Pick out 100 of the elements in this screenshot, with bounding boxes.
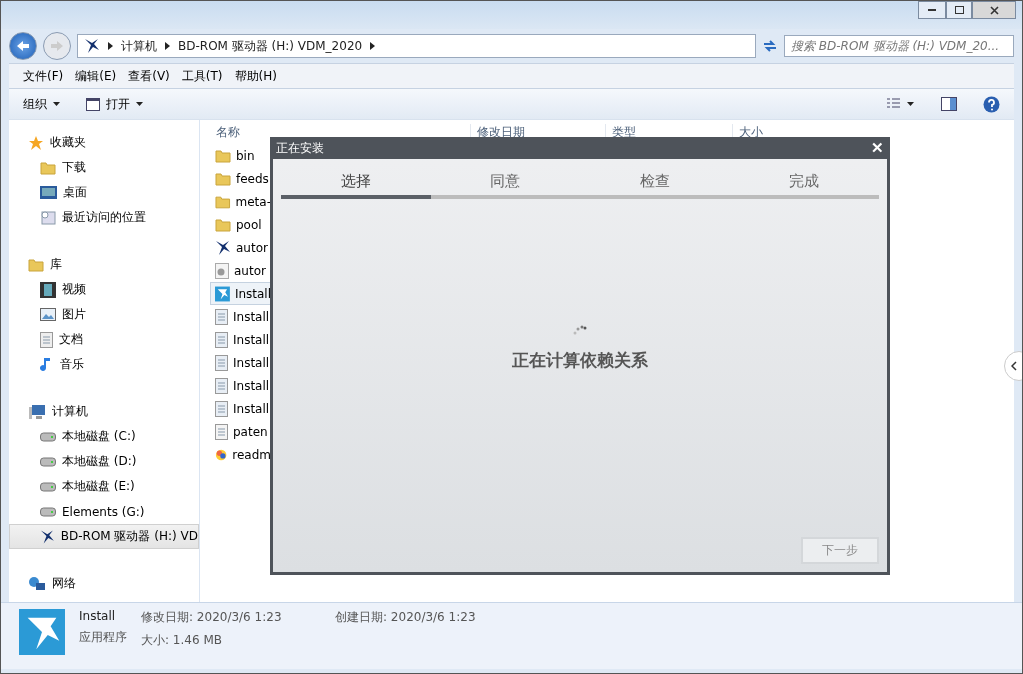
file-row[interactable]: feeds (210, 167, 272, 190)
file-row[interactable]: Install (210, 282, 272, 305)
dialog-title: 正在安装 (276, 139, 324, 157)
drive-icon (40, 506, 56, 517)
search-field[interactable]: 搜索 BD-ROM 驱动器 (H:) VDM_20... (784, 35, 1014, 57)
nav-item[interactable]: Elements (G:) (9, 499, 199, 524)
column-header[interactable]: 名称 (210, 123, 470, 141)
nav-item[interactable]: BD-ROM 驱动器 (H:) VD (9, 524, 199, 549)
minimize-icon (928, 8, 936, 12)
window-icon (86, 97, 100, 111)
organize-button[interactable]: 组织 (23, 95, 60, 113)
color-wheel-icon (215, 447, 228, 462)
maximize-button[interactable] (946, 1, 972, 19)
nav-item[interactable]: 音乐 (9, 352, 199, 377)
document-icon (215, 308, 228, 325)
image-icon (40, 308, 56, 321)
app-icon (215, 285, 230, 302)
minimize-button[interactable] (918, 1, 946, 19)
file-row[interactable]: autor (210, 259, 272, 282)
logo-icon (40, 528, 55, 545)
logo-icon (215, 239, 231, 256)
menu-item[interactable]: 文件(F) (19, 65, 68, 87)
file-row[interactable]: Install (210, 374, 272, 397)
spinner-icon (573, 324, 587, 335)
folder-icon (215, 217, 231, 232)
modified-date: 修改日期: 2020/3/6 1:23 (141, 609, 283, 626)
chevron-icon (108, 42, 113, 50)
breadcrumb[interactable]: BD-ROM 驱动器 (H:) VDM_2020 (178, 37, 363, 55)
file-row[interactable]: Install (210, 351, 272, 374)
nav-item[interactable]: 文档 (9, 327, 199, 352)
document-icon (215, 423, 228, 440)
breadcrumb[interactable]: 计算机 (121, 37, 157, 55)
right-arrow-icon (51, 41, 63, 51)
document-icon (40, 331, 53, 348)
folder-icon (215, 148, 231, 163)
view-options-icon[interactable] (887, 98, 915, 110)
drive-icon (40, 481, 56, 492)
file-size: 大小: 1.46 MB (141, 632, 223, 649)
left-arrow-icon (17, 41, 29, 51)
app-icon (19, 609, 65, 655)
nav-item[interactable]: 最近访问的位置 (9, 205, 199, 230)
close-icon (989, 5, 999, 15)
menu-item[interactable]: 帮助(H) (230, 65, 281, 87)
computer-icon (28, 403, 46, 420)
nav-item[interactable]: 本地磁盘 (C:) (9, 424, 199, 449)
help-icon[interactable] (983, 95, 1000, 113)
nav-item[interactable]: 视频 (9, 277, 199, 302)
document-icon (215, 331, 228, 348)
chevron-left-icon (1011, 360, 1017, 371)
refresh-icon[interactable] (762, 38, 778, 54)
folder-icon (215, 171, 231, 186)
menu-item[interactable]: 查看(V) (124, 65, 174, 87)
file-row[interactable]: Install (210, 305, 272, 328)
film-icon (40, 281, 56, 298)
open-button[interactable]: 打开 (86, 95, 143, 113)
folder-icon (40, 160, 56, 175)
star-icon (28, 134, 44, 151)
nav-group[interactable]: 库 (9, 252, 199, 277)
file-row[interactable]: paten (210, 420, 272, 443)
nav-item[interactable]: 本地磁盘 (D:) (9, 449, 199, 474)
monitor-icon (40, 186, 57, 199)
file-row[interactable]: readm (210, 443, 272, 466)
recent-places-icon (40, 209, 56, 226)
nav-group[interactable]: 收藏夹 (9, 130, 199, 155)
file-row[interactable]: bin (210, 144, 272, 167)
file-name: Install (79, 609, 117, 623)
file-row[interactable]: Install (210, 397, 272, 420)
preview-pane-icon[interactable] (941, 97, 957, 111)
folder-icon (28, 257, 44, 272)
nav-item[interactable]: 本地磁盘 (E:) (9, 474, 199, 499)
folder-icon (215, 194, 231, 209)
maximize-icon (954, 6, 964, 14)
nav-group[interactable]: 网络 (9, 571, 199, 596)
chevron-icon (165, 42, 170, 50)
drive-icon (40, 456, 56, 467)
file-row[interactable]: meta- (210, 190, 272, 213)
status-message: 正在计算依赖关系 (512, 348, 648, 372)
document-icon (215, 377, 228, 394)
caret-icon (136, 102, 143, 106)
nav-item[interactable]: 图片 (9, 302, 199, 327)
nav-item[interactable]: 桌面 (9, 180, 199, 205)
chevron-icon (370, 42, 376, 50)
file-row[interactable]: pool (210, 213, 272, 236)
menu-item[interactable]: 工具(T) (177, 65, 227, 87)
file-type: 应用程序 (79, 629, 127, 646)
address-bar[interactable]: 计算机 BD-ROM 驱动器 (H:) VDM_2020 (77, 34, 756, 58)
nav-item[interactable]: 下载 (9, 155, 199, 180)
created-date: 创建日期: 2020/3/6 1:23 (335, 609, 476, 626)
logo-icon (84, 38, 100, 54)
nav-group[interactable]: 计算机 (9, 399, 199, 424)
dialog-close-button[interactable]: ✕ (871, 139, 884, 157)
file-row[interactable]: Install (210, 328, 272, 351)
document-icon (215, 400, 228, 417)
drive-icon (40, 431, 56, 442)
back-button[interactable] (9, 32, 37, 60)
gear-file-icon (215, 262, 229, 279)
file-row[interactable]: autor (210, 236, 272, 259)
close-button[interactable] (972, 1, 1016, 19)
menu-item[interactable]: 编辑(E) (71, 65, 121, 87)
network-icon (28, 575, 46, 592)
